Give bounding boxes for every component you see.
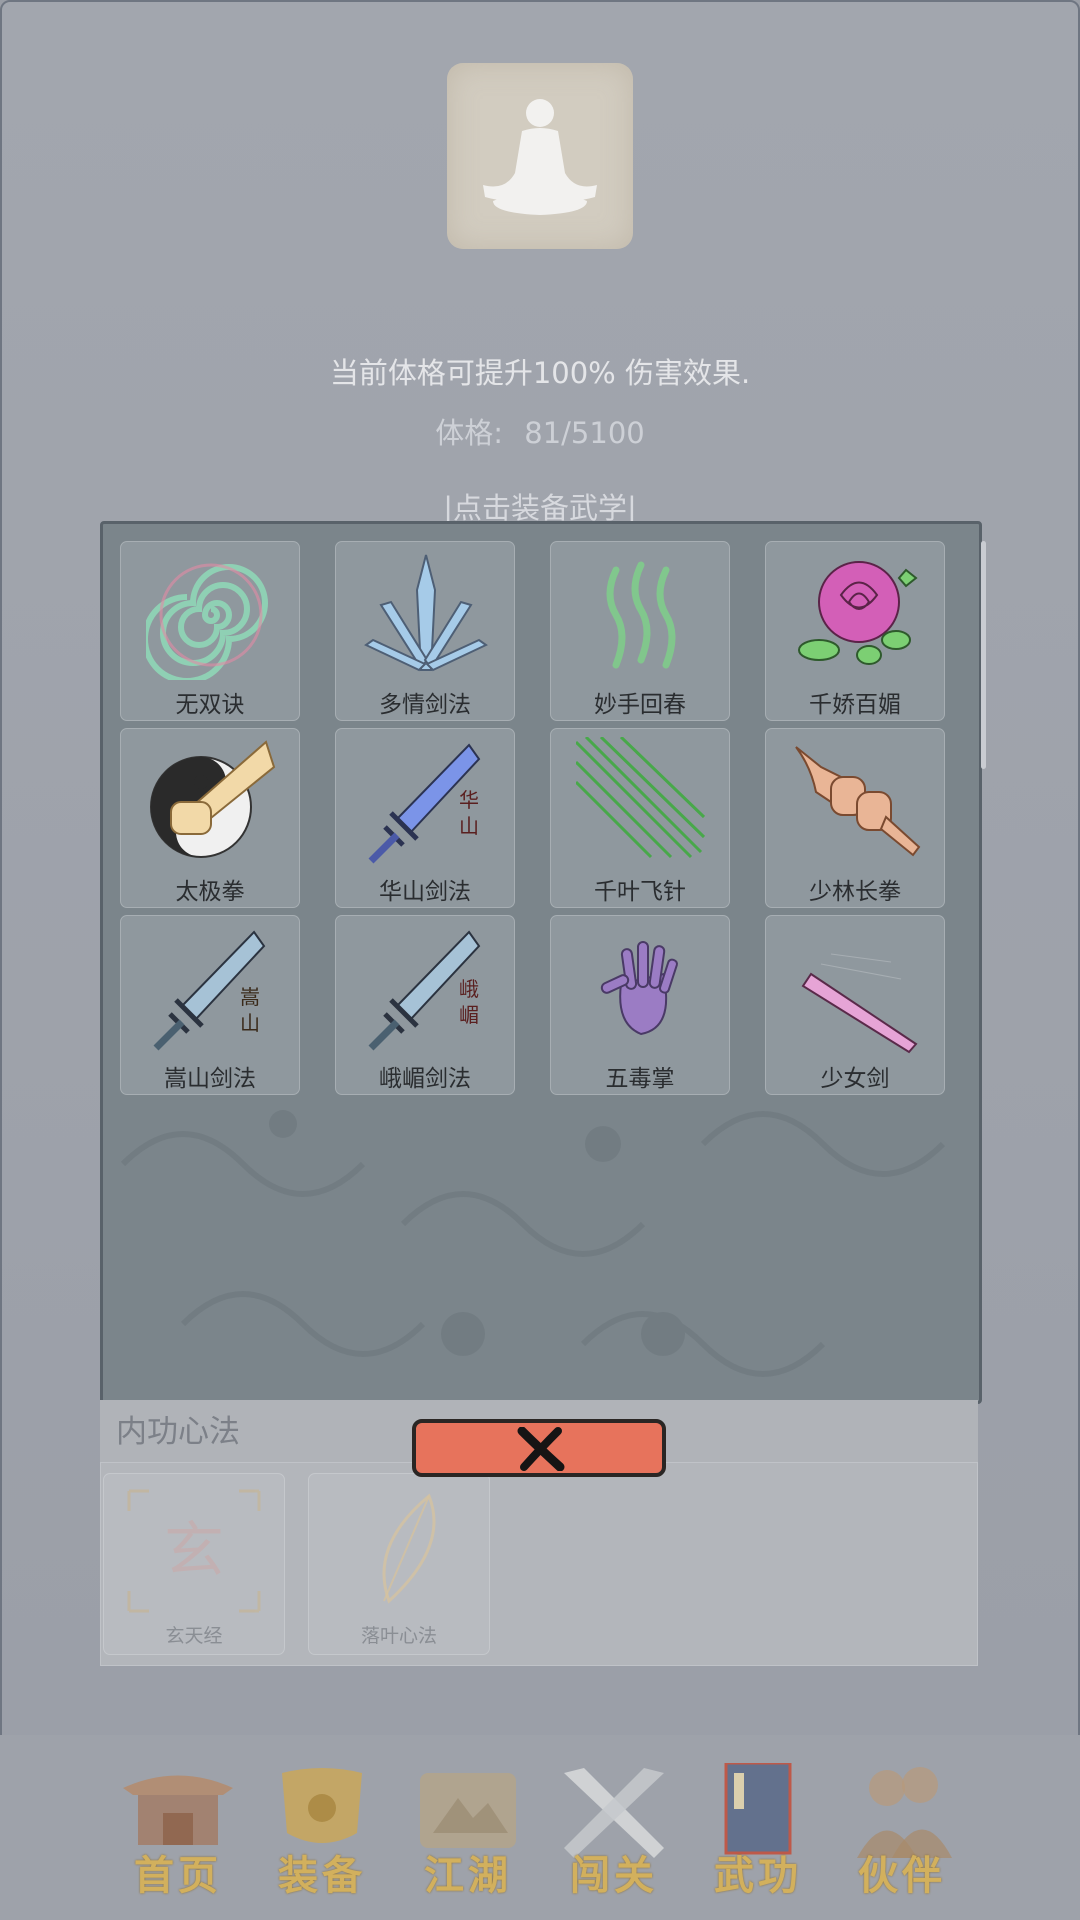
skill-tile[interactable]: 无双诀	[120, 541, 300, 721]
nav-label: 伙伴	[858, 1852, 946, 1899]
constitution-label: 体格:	[435, 416, 504, 450]
sword-engraving-top: 峨	[459, 977, 479, 1001]
nav-item-equipment[interactable]: 装备	[258, 1763, 386, 1899]
sword-engraving-bottom: 山	[240, 1011, 260, 1035]
xuantian-glyph: 玄	[164, 1516, 224, 1586]
skill-tile[interactable]: 千叶飞针	[550, 728, 730, 908]
martial-arts-panel: 无双诀 多情剑法 妙手回春 千娇百媚 太极拳 华 山 华山剑法 千叶飞针 少林长…	[100, 521, 982, 1404]
sword-songshan-icon: 嵩 山	[153, 930, 266, 1051]
skill-label: 千娇百媚	[809, 692, 901, 718]
skill-tile[interactable]: 嵩 山 嵩山剑法	[120, 915, 300, 1095]
sword-emei-icon: 峨 嵋	[368, 930, 481, 1051]
nav-item-stages[interactable]: 闯关	[550, 1763, 678, 1899]
spiral-icon	[146, 563, 268, 680]
taiji-fist-icon	[150, 740, 276, 858]
inner-skill-tile[interactable]: 落叶心法	[308, 1473, 490, 1655]
green-waves-icon	[606, 561, 676, 669]
nav-item-martial-arts[interactable]: 武功	[694, 1763, 822, 1899]
sword-engraving-top: 华	[459, 788, 479, 812]
fists-icon	[795, 746, 921, 857]
skill-label: 无双诀	[175, 692, 245, 718]
sword-huashan-icon: 华 山	[368, 743, 481, 864]
skill-tile[interactable]: 多情剑法	[335, 541, 515, 721]
skill-tile[interactable]: 五毒掌	[550, 915, 730, 1095]
xuantian-scroll-icon: 玄	[127, 1489, 261, 1613]
skill-label: 太极拳	[175, 879, 245, 905]
pink-sword-icon	[801, 953, 918, 1054]
nav-label: 装备	[278, 1852, 366, 1899]
inner-skill-tile[interactable]: 玄 玄天经	[103, 1473, 285, 1655]
nav-label: 武功	[714, 1852, 802, 1899]
skill-label: 华山剑法	[379, 879, 471, 905]
close-icon	[517, 1427, 565, 1471]
skill-tile[interactable]: 峨 嵋 峨嵋剑法	[335, 915, 515, 1095]
nav-item-home[interactable]: 首页	[114, 1763, 242, 1899]
leaf-icon	[382, 1493, 436, 1604]
constitution-description: 当前体格可提升100% 伤害效果.	[329, 356, 751, 390]
avatar[interactable]	[447, 63, 633, 249]
skill-tile[interactable]: 妙手回春	[550, 541, 730, 721]
skill-tile[interactable]: 千娇百媚	[765, 541, 945, 721]
sword-engraving-bottom: 山	[459, 814, 479, 838]
meditation-icon	[483, 99, 597, 215]
skill-tile[interactable]: 华 山 华山剑法	[335, 728, 515, 908]
panel-scrollbar[interactable]	[981, 541, 986, 769]
skill-tile[interactable]: 太极拳	[120, 728, 300, 908]
purple-palm-icon	[600, 941, 678, 1036]
skill-label: 多情剑法	[379, 692, 471, 718]
inner-skill-label: 落叶心法	[360, 1625, 437, 1647]
nav-item-partners[interactable]: 伙伴	[838, 1763, 966, 1899]
nav-item-jianghu[interactable]: 江湖	[404, 1763, 532, 1899]
nav-label: 首页	[134, 1852, 222, 1899]
cloud-pattern-icon	[120, 1110, 946, 1377]
close-button[interactable]	[412, 1419, 666, 1477]
skill-label: 千叶飞针	[594, 879, 686, 905]
skill-label: 五毒掌	[605, 1066, 675, 1092]
skill-tile[interactable]: 少女剑	[765, 915, 945, 1095]
inner-skills-list: 玄 玄天经 落叶心法	[100, 1462, 978, 1666]
constitution-value: 81/5100	[524, 416, 645, 450]
nav-label: 江湖	[424, 1852, 512, 1899]
bottom-nav: 首页 装备 江湖 闯关 武功 伙伴	[0, 1735, 1080, 1920]
skill-tile[interactable]: 少林长拳	[765, 728, 945, 908]
needles-icon	[576, 737, 706, 859]
inner-skills-title: 内功心法	[116, 1414, 240, 1450]
inner-skill-label: 玄天经	[165, 1625, 223, 1647]
sword-engraving-bottom: 嵋	[459, 1003, 479, 1027]
nav-label: 闯关	[570, 1852, 658, 1899]
skill-label: 峨嵋剑法	[379, 1066, 471, 1092]
crystal-blades-icon	[364, 554, 488, 672]
constitution-stat: 体格: 81/5100	[0, 410, 1080, 452]
sword-engraving-top: 嵩	[240, 985, 260, 1009]
skill-label: 少女剑	[820, 1066, 890, 1092]
skill-label: 少林长拳	[809, 879, 901, 905]
martial-arts-grid: 无双诀 多情剑法 妙手回春 千娇百媚 太极拳 华 山 华山剑法 千叶飞针 少林长…	[120, 541, 947, 1097]
skill-label: 妙手回春	[594, 692, 686, 718]
skill-label: 嵩山剑法	[164, 1066, 256, 1092]
rose-icon	[798, 561, 918, 665]
